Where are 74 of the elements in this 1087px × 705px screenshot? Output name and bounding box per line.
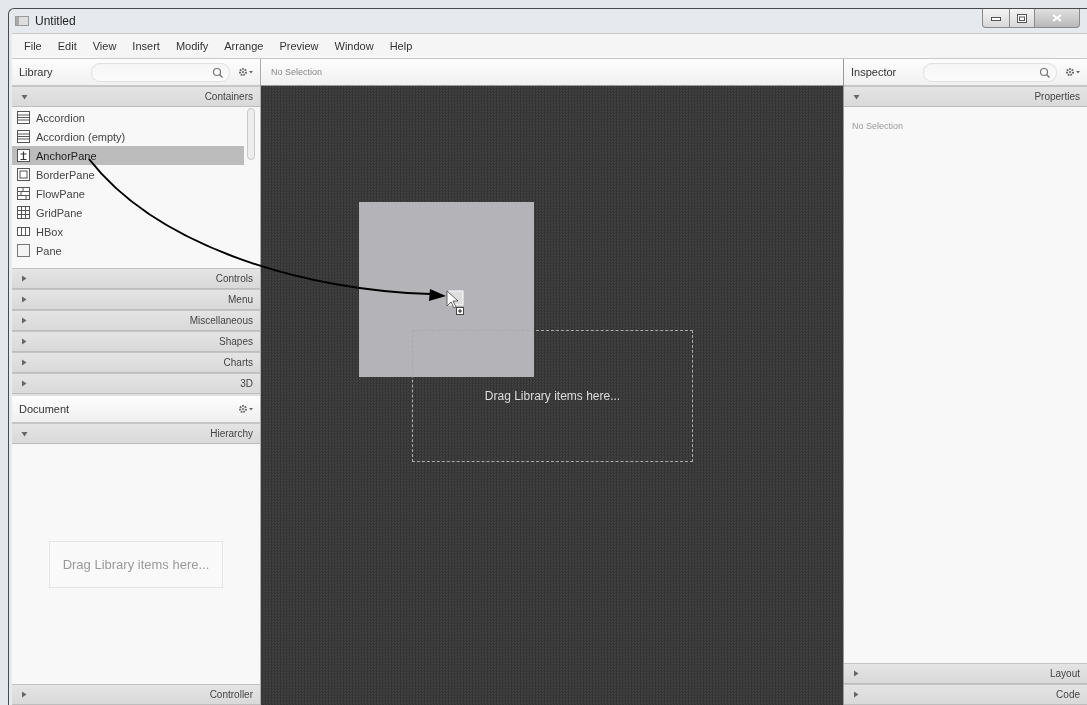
design-canvas[interactable]: Drag Library items here...: [261, 86, 843, 705]
section-header[interactable]: Hierarchy: [12, 423, 260, 444]
library-item[interactable]: AnchorPane: [12, 146, 244, 165]
minimize-button[interactable]: [982, 9, 1010, 28]
expand-triangle-icon: [853, 670, 859, 677]
collapse-triangle-icon: [21, 93, 28, 100]
menu-item[interactable]: Help: [381, 40, 421, 52]
anchor-icon: [17, 149, 30, 162]
menu-item[interactable]: File: [16, 40, 50, 52]
status-message: No Selection: [852, 121, 904, 131]
expand-triangle-icon: [21, 317, 27, 324]
menu-item[interactable]: Modify: [167, 40, 217, 52]
section-header[interactable]: Shapes: [12, 331, 260, 352]
window-title: Untitled: [35, 14, 76, 28]
section-header[interactable]: Controller: [12, 684, 260, 705]
menu-item[interactable]: Preview: [271, 40, 327, 52]
scrollbar-thumb[interactable]: [247, 108, 255, 160]
expand-triangle-icon: [21, 296, 27, 303]
framed-box-icon: [17, 168, 30, 181]
empty-box-icon: [17, 244, 30, 257]
stacked-rows-icon: [17, 111, 30, 124]
section-header[interactable]: Menu: [12, 289, 260, 310]
section-header[interactable]: Code: [844, 684, 1087, 705]
library-item[interactable]: GridPane: [12, 203, 244, 222]
library-item[interactable]: BorderPane: [12, 165, 244, 184]
maximize-icon: [1017, 13, 1027, 23]
section-header[interactable]: Miscellaneous: [12, 310, 260, 331]
section-header[interactable]: Charts: [12, 352, 260, 373]
settings-icon[interactable]: [238, 404, 254, 414]
expand-triangle-icon: [21, 380, 27, 387]
collapse-triangle-icon: [853, 93, 860, 100]
settings-icon[interactable]: [238, 67, 254, 77]
expand-triangle-icon: [21, 275, 27, 282]
library-item[interactable]: Accordion: [12, 108, 244, 127]
search-icon: [212, 66, 223, 78]
collapse-triangle-icon: [21, 430, 28, 437]
close-button[interactable]: [1035, 9, 1080, 28]
stacked-rows-icon: [17, 130, 30, 143]
panel-title: Library: [19, 66, 54, 78]
drop-hint: Drag Library items here...: [484, 389, 621, 403]
section-header[interactable]: Layout: [844, 663, 1087, 684]
library-item[interactable]: HBox: [12, 222, 244, 241]
library-item[interactable]: Pane: [12, 241, 244, 260]
drag-cursor-icon: [446, 290, 466, 316]
search-field[interactable]: [91, 62, 230, 82]
drop-hint: Drag Library items here...: [48, 540, 224, 588]
expand-triangle-icon: [21, 691, 27, 698]
section-header[interactable]: Controls: [12, 268, 260, 289]
columns-icon: [17, 225, 30, 238]
library-item[interactable]: FlowPane: [12, 184, 244, 203]
close-icon: [1052, 14, 1062, 22]
settings-icon[interactable]: [1065, 67, 1081, 77]
window-icon: [15, 16, 29, 26]
menu-item[interactable]: Arrange: [216, 40, 272, 52]
flow-layout-icon: [17, 187, 30, 200]
search-field[interactable]: [923, 62, 1057, 82]
expand-triangle-icon: [21, 338, 27, 345]
section-header[interactable]: Properties: [844, 86, 1087, 107]
panel-title: Inspector: [851, 66, 898, 78]
selection-path: No Selection: [271, 67, 323, 77]
menu-item[interactable]: Window: [326, 40, 382, 52]
grid-icon: [17, 206, 30, 219]
expand-triangle-icon: [853, 691, 859, 698]
section-header[interactable]: 3D: [12, 373, 260, 394]
search-icon: [1039, 66, 1050, 78]
menu-item[interactable]: Edit: [49, 40, 85, 52]
minimize-icon: [991, 15, 1001, 21]
menu-item[interactable]: Insert: [124, 40, 168, 52]
menu-item[interactable]: View: [84, 40, 125, 52]
panel-title: Document: [19, 403, 71, 415]
maximize-button[interactable]: [1010, 9, 1035, 28]
library-item[interactable]: Accordion (empty): [12, 127, 244, 146]
section-header[interactable]: Containers: [12, 86, 260, 107]
expand-triangle-icon: [21, 359, 27, 366]
